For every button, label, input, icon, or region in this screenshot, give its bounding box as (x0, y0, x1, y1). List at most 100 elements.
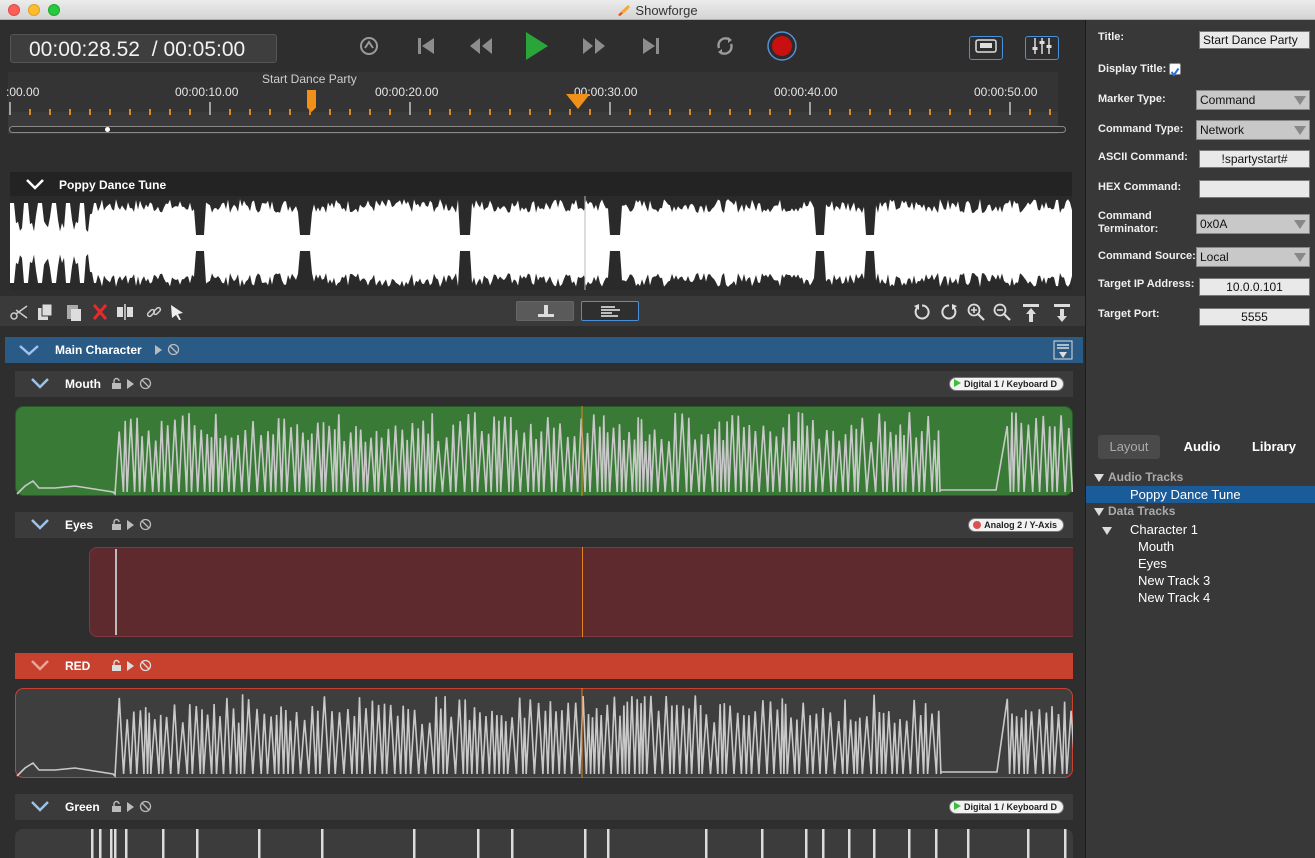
tree-item-track[interactable]: Mouth (1086, 538, 1315, 555)
marker-type-select[interactable]: Command (1196, 90, 1310, 110)
disable-icon[interactable] (167, 343, 180, 359)
disable-icon[interactable] (139, 659, 152, 675)
delete-icon[interactable] (91, 303, 109, 321)
disclosure-triangle-icon[interactable] (1102, 524, 1112, 539)
play-small-icon[interactable] (126, 519, 135, 534)
disclosure-triangle-icon[interactable] (1094, 472, 1104, 486)
track-lane-green[interactable] (15, 829, 1073, 858)
target-port-label: Target Port: (1098, 308, 1160, 320)
play-small-icon[interactable] (126, 801, 135, 816)
pointer-icon[interactable] (168, 303, 186, 321)
rewind-button[interactable] (467, 34, 495, 62)
dropdown-arrow-icon (1294, 220, 1306, 229)
track-name: RED (65, 659, 91, 673)
tab-library[interactable]: Library (1242, 435, 1306, 459)
tree-item-track[interactable]: New Track 4 (1086, 589, 1315, 606)
command-source-select[interactable]: Local (1196, 247, 1310, 267)
chevron-down-icon[interactable] (31, 800, 49, 812)
overview-scrollbar[interactable] (9, 126, 1066, 133)
hex-command-field[interactable] (1199, 180, 1310, 198)
redo-icon[interactable] (940, 303, 958, 321)
tree-category-audio[interactable]: Audio Tracks (1086, 470, 1315, 487)
lock-icon[interactable] (111, 800, 122, 816)
link-icon[interactable] (145, 303, 163, 321)
command-marker-flag[interactable] (307, 90, 316, 112)
ascii-command-field[interactable]: !spartystart# (1199, 150, 1310, 168)
zoom-out-icon[interactable] (993, 303, 1011, 321)
eyes-data-block[interactable] (89, 547, 1073, 637)
record-button[interactable] (766, 30, 798, 67)
chevron-down-icon[interactable] (31, 377, 49, 389)
chevron-down-icon[interactable] (31, 518, 49, 530)
play-small-icon[interactable] (154, 344, 163, 359)
paste-icon[interactable] (65, 303, 83, 321)
window-titlebar: Showforge (0, 0, 1315, 20)
badge-label: Analog 2 / Y-Axis (984, 520, 1057, 530)
chevron-down-icon[interactable] (31, 659, 49, 671)
command-type-select[interactable]: Network (1196, 120, 1310, 140)
output-badge[interactable]: Analog 2 / Y-Axis (968, 518, 1064, 532)
tree-item-track[interactable]: Eyes (1086, 555, 1315, 572)
audio-waveform[interactable] (10, 196, 1072, 290)
hardware-interface-button[interactable] (969, 36, 1003, 60)
track-header-eyes[interactable]: Eyes Analog 2 / Y-Axis (15, 512, 1073, 538)
target-ip-field[interactable]: 10.0.0.101 (1199, 278, 1310, 296)
disable-icon[interactable] (139, 800, 152, 816)
list-mode-button[interactable] (581, 301, 639, 321)
title-field[interactable]: Start Dance Party (1199, 31, 1310, 49)
skip-to-start-button[interactable] (412, 34, 440, 62)
play-button[interactable] (522, 31, 550, 62)
tree-item-track[interactable]: New Track 3 (1086, 572, 1315, 589)
sync-button[interactable] (355, 34, 383, 62)
disable-icon[interactable] (139, 518, 152, 534)
edit-mode-button[interactable] (516, 301, 574, 321)
mixer-button[interactable] (1025, 36, 1059, 60)
overview-position-dot[interactable] (105, 127, 110, 132)
audio-track-header[interactable]: Poppy Dance Tune (10, 172, 1072, 196)
export-up-icon[interactable] (1022, 303, 1040, 322)
loop-button[interactable] (711, 34, 739, 62)
playhead-handle[interactable] (566, 94, 590, 109)
target-port-field[interactable]: 5555 (1199, 308, 1310, 326)
tree-category-data[interactable]: Data Tracks (1086, 504, 1315, 521)
group-header-main-character[interactable]: Main Character (5, 337, 1083, 363)
scissors-icon[interactable] (10, 303, 28, 321)
tab-layout[interactable]: Layout (1098, 435, 1160, 459)
track-lane-mouth[interactable] (15, 406, 1073, 496)
track-lane-eyes[interactable] (15, 547, 1073, 637)
import-down-icon[interactable] (1053, 303, 1071, 322)
group-import-icon[interactable] (1053, 340, 1073, 363)
tree-item-poppy-dance-tune[interactable]: Poppy Dance Tune (1086, 486, 1315, 503)
track-header-mouth[interactable]: Mouth Digital 1 / Keyboard D (15, 371, 1073, 397)
tab-audio[interactable]: Audio (1174, 435, 1230, 459)
command-terminator-select[interactable]: 0x0A (1196, 214, 1310, 234)
output-badge[interactable]: Digital 1 / Keyboard D (948, 377, 1064, 391)
fast-forward-button[interactable] (580, 34, 608, 62)
play-small-icon[interactable] (126, 660, 135, 675)
zoom-in-icon[interactable] (967, 303, 985, 321)
track-lane-red[interactable] (15, 688, 1073, 778)
lock-icon[interactable] (111, 518, 122, 534)
timeline-ruler[interactable]: :00.00 00:00:10.00 00:00:20.00 00:00:30.… (6, 72, 1058, 134)
undo-icon[interactable] (913, 303, 931, 321)
play-small-icon[interactable] (126, 378, 135, 393)
track-header-green[interactable]: Green Digital 1 / Keyboard D (15, 794, 1073, 820)
chevron-down-icon[interactable] (19, 344, 39, 356)
checkmark-icon (1170, 67, 1180, 77)
disable-icon[interactable] (139, 377, 152, 393)
lock-icon[interactable] (111, 659, 122, 675)
display-title-checkbox[interactable] (1169, 63, 1181, 77)
record-icon (766, 30, 798, 67)
rewind-icon (468, 35, 494, 62)
chevron-down-icon[interactable] (26, 178, 44, 190)
skip-to-end-button[interactable] (637, 34, 665, 62)
output-badge[interactable]: Digital 1 / Keyboard D (948, 800, 1064, 814)
lock-icon[interactable] (111, 377, 122, 393)
copy-icon[interactable] (36, 303, 54, 321)
tick-label: 00:00:20.00 (375, 85, 439, 99)
track-header-red[interactable]: RED (15, 653, 1073, 679)
tree-item-character[interactable]: Character 1 (1086, 521, 1315, 538)
split-icon[interactable] (116, 303, 134, 321)
disclosure-triangle-icon[interactable] (1094, 506, 1104, 520)
stamp-icon (536, 304, 556, 325)
